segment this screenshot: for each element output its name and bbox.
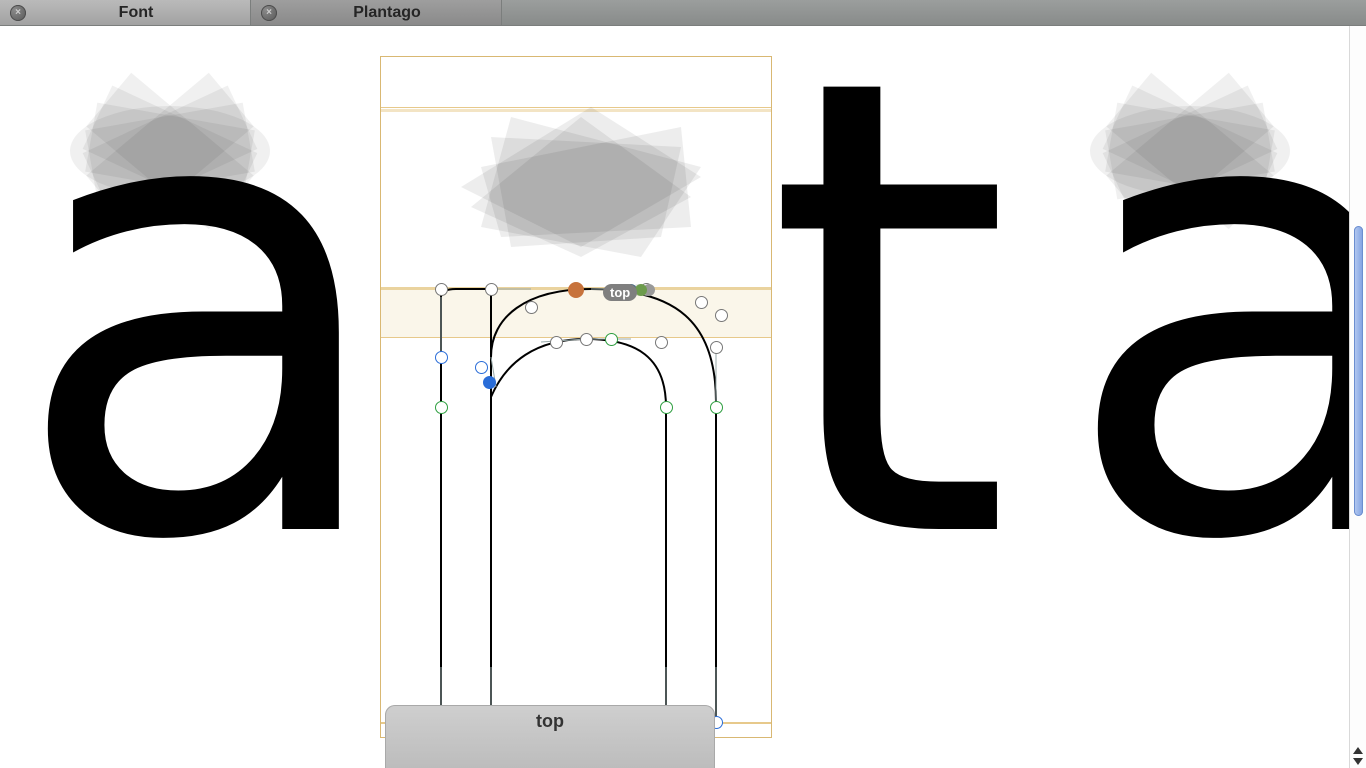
node-handle[interactable] — [475, 361, 488, 374]
node-selected[interactable] — [483, 376, 496, 389]
scrollbar-thumb[interactable] — [1354, 226, 1363, 516]
node-smooth[interactable] — [710, 401, 723, 414]
tab-label: Font — [32, 4, 240, 22]
info-panel: top — [385, 705, 715, 768]
node-handle[interactable] — [710, 341, 723, 354]
glyph-edit-cell[interactable]: top — [380, 56, 772, 738]
info-panel-title: top — [385, 711, 715, 732]
node-smooth[interactable] — [660, 401, 673, 414]
anchor-label-tag[interactable]: top — [603, 284, 637, 301]
close-icon[interactable]: × — [261, 5, 277, 21]
neighbour-glyph-mid: t — [765, 26, 1012, 626]
neighbour-glyph-right: a — [1060, 26, 1366, 626]
node-handle[interactable] — [525, 301, 538, 314]
close-icon[interactable]: × — [10, 5, 26, 21]
glyph-reflection: t — [765, 701, 1012, 768]
glyph-reflection: a — [1060, 701, 1366, 768]
node-handle[interactable] — [435, 351, 448, 364]
node-smooth[interactable] — [435, 401, 448, 414]
node-smooth[interactable] — [605, 333, 618, 346]
node-handle[interactable] — [550, 336, 563, 349]
node-handle[interactable] — [695, 296, 708, 309]
vertical-scrollbar[interactable] — [1349, 26, 1366, 768]
node-handle[interactable] — [715, 309, 728, 322]
glyph-edit-canvas[interactable]: a t a a t a — [0, 26, 1366, 768]
tab-plantago[interactable]: × Plantago — [251, 0, 502, 25]
tab-label: Plantago — [283, 4, 491, 22]
anchor-point[interactable] — [568, 282, 584, 298]
scroll-down-icon[interactable] — [1353, 758, 1363, 765]
node-corner[interactable] — [435, 283, 448, 296]
node-corner[interactable] — [485, 283, 498, 296]
node-handle[interactable] — [655, 336, 668, 349]
tab-bar: × Font × Plantago — [0, 0, 1366, 26]
tab-font[interactable]: × Font — [0, 0, 251, 25]
scroll-up-icon[interactable] — [1353, 747, 1363, 754]
glyph-reflection: a — [10, 701, 396, 768]
neighbour-glyph-left: a — [10, 26, 396, 626]
anchor-label-text: top — [610, 285, 630, 300]
node-corner[interactable] — [580, 333, 593, 346]
